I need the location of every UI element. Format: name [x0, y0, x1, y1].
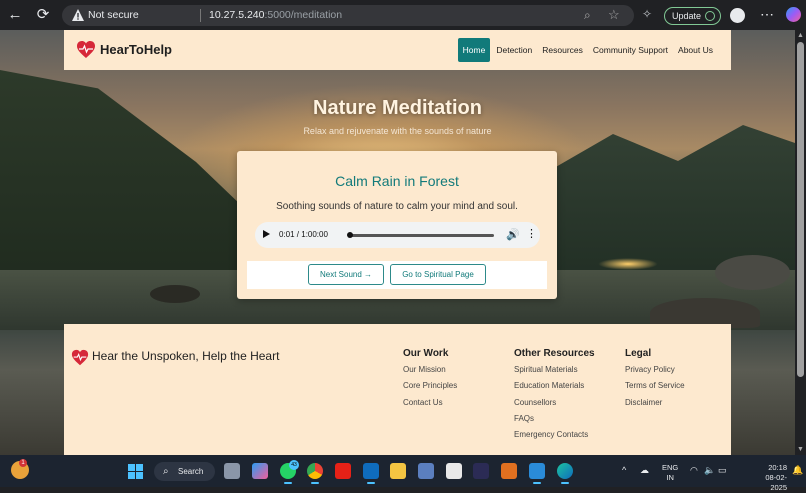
page-viewport: HearToHelp Home Detection Resources Comm…: [0, 30, 795, 455]
site-footer: Hear the Unspoken, Help the Heart Our Wo…: [64, 324, 731, 455]
windows-taskbar: 1 ⌕ Search 43 ^ ☁ ENG IN ◠ 🔈 ▭ 20:18 08-02-…: [0, 455, 806, 492]
background-rock: [150, 285, 200, 303]
footer-link-privacy-policy[interactable]: Privacy Policy: [625, 365, 685, 381]
back-icon[interactable]: ←: [6, 6, 24, 24]
nav-resources[interactable]: Resources: [538, 39, 587, 61]
copilot-icon[interactable]: [786, 7, 801, 22]
audio-time: 0:01 / 1:00:00: [279, 230, 328, 239]
start-icon[interactable]: [128, 464, 143, 479]
footer-column-title: Legal: [625, 348, 652, 359]
site-header: HearToHelp Home Detection Resources Comm…: [64, 30, 731, 70]
update-button[interactable]: Update: [664, 7, 721, 25]
footer-link-emergency-contacts[interactable]: Emergency Contacts: [514, 430, 595, 446]
heart-logo-icon[interactable]: [76, 40, 96, 60]
wifi-icon[interactable]: ◠: [690, 465, 698, 476]
audio-player: 0:01 / 1:00:00 🔊 ⋮: [255, 222, 540, 248]
footer-column-title: Other Resources: [514, 348, 595, 359]
footer-link-core-principles[interactable]: Core Principles: [403, 381, 457, 397]
sound-title: Calm Rain in Forest: [335, 173, 459, 189]
battery-icon[interactable]: ▭: [718, 465, 727, 476]
footer-column-title: Our Work: [403, 348, 449, 359]
spiritual-page-button[interactable]: Go to Spiritual Page: [390, 264, 486, 285]
address-bar[interactable]: Not secure 10.27.5.240:5000/meditation ⌕…: [62, 5, 634, 26]
task-view-icon[interactable]: [224, 463, 240, 479]
vscode-icon[interactable]: [529, 463, 545, 484]
footer-column-legal: Legal Privacy Policy Terms of Service Di…: [625, 348, 685, 414]
app-icon[interactable]: [418, 463, 434, 479]
footer-link-disclaimer[interactable]: Disclaimer: [625, 398, 685, 414]
hero-subtitle: Relax and rejuvenate with the sounds of …: [303, 126, 492, 136]
notification-bell-icon[interactable]: 🔔: [792, 465, 803, 476]
warning-icon[interactable]: [71, 8, 85, 22]
app-icon[interactable]: [501, 463, 517, 479]
scroll-down-icon[interactable]: ▼: [797, 446, 804, 453]
search-icon: ⌕: [163, 466, 169, 477]
audio-seek-bar[interactable]: [349, 234, 494, 237]
nav-home[interactable]: Home: [457, 38, 491, 62]
extensions-icon[interactable]: ✧: [642, 7, 652, 21]
system-clock[interactable]: 20:18 08-02-2025: [755, 463, 787, 493]
footer-link-our-mission[interactable]: Our Mission: [403, 365, 457, 381]
bookmark-star-icon[interactable]: ☆: [608, 7, 620, 23]
scroll-up-icon[interactable]: ▲: [797, 32, 804, 39]
notification-badge: 1: [19, 459, 27, 467]
taskbar-search[interactable]: ⌕ Search: [154, 462, 215, 481]
address-divider: [200, 9, 201, 22]
footer-link-faqs[interactable]: FAQs: [514, 414, 595, 430]
language-indicator[interactable]: ENG IN: [662, 463, 678, 483]
background-lights: [598, 258, 658, 270]
audio-seek-handle[interactable]: [347, 232, 353, 238]
outlook-icon[interactable]: [363, 463, 379, 484]
more-menu-icon[interactable]: ⋯: [760, 6, 774, 23]
brand-name[interactable]: HearToHelp: [100, 42, 172, 57]
copilot-app-icon[interactable]: [252, 463, 268, 479]
footer-link-spiritual-materials[interactable]: Spiritual Materials: [514, 365, 595, 381]
volume-icon[interactable]: 🔊: [506, 228, 520, 241]
heart-logo-icon: [71, 349, 89, 366]
footer-link-education-materials[interactable]: Education Materials: [514, 381, 595, 397]
nav-community-support[interactable]: Community Support: [589, 39, 672, 61]
browser-toolbar: ← ⟳ Not secure 10.27.5.240:5000/meditati…: [0, 0, 806, 30]
footer-link-contact-us[interactable]: Contact Us: [403, 398, 457, 414]
profile-avatar[interactable]: [730, 8, 745, 23]
security-label[interactable]: Not secure: [88, 9, 139, 21]
footer-tagline: Hear the Unspoken, Help the Heart: [92, 349, 280, 363]
footer-column-other-resources: Other Resources Spiritual Materials Educ…: [514, 348, 595, 446]
meditation-card: Calm Rain in Forest Soothing sounds of n…: [237, 151, 557, 299]
page-scrollbar[interactable]: ▲ ▼: [795, 30, 806, 455]
url-text[interactable]: 10.27.5.240:5000/meditation: [209, 9, 342, 21]
scrollbar-thumb[interactable]: [797, 42, 804, 377]
play-icon[interactable]: [263, 230, 270, 238]
nav-detection[interactable]: Detection: [492, 39, 536, 61]
sound-description: Soothing sounds of nature to calm your m…: [276, 201, 518, 212]
nav-about-us[interactable]: About Us: [674, 39, 717, 61]
chrome-icon[interactable]: [307, 463, 323, 484]
whatsapp-badge: 43: [289, 460, 299, 470]
app-icon[interactable]: [473, 463, 489, 479]
footer-link-counsellors[interactable]: Counsellors: [514, 398, 595, 414]
tray-chevron-icon[interactable]: ^: [622, 465, 626, 475]
volume-tray-icon[interactable]: 🔈: [704, 465, 715, 476]
background-rock: [715, 255, 790, 290]
audio-more-icon[interactable]: ⋮: [526, 227, 537, 240]
card-actions: Next Sound → Go to Spiritual Page: [247, 261, 547, 289]
next-sound-button[interactable]: Next Sound →: [308, 264, 384, 285]
file-explorer-icon[interactable]: [390, 463, 406, 479]
edge-icon[interactable]: [557, 463, 573, 484]
footer-link-terms-of-service[interactable]: Terms of Service: [625, 381, 685, 397]
cloud-icon[interactable]: ☁: [640, 465, 649, 476]
store-icon[interactable]: [446, 463, 462, 479]
reload-icon[interactable]: ⟳: [34, 6, 52, 24]
youtube-icon[interactable]: [335, 463, 351, 479]
footer-column-our-work: Our Work Our Mission Core Principles Con…: [403, 348, 457, 414]
hero-title: Nature Meditation: [313, 97, 482, 119]
main-nav: Home Detection Resources Community Suppo…: [456, 38, 717, 62]
update-icon: [705, 11, 715, 21]
zoom-icon[interactable]: ⌕: [584, 8, 598, 22]
